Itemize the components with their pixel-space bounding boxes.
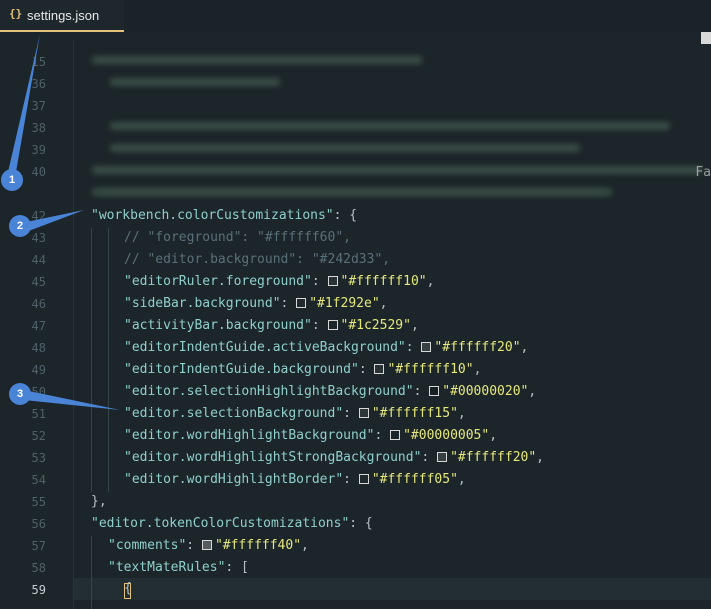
callout-badge-2: 2: [9, 215, 31, 237]
callout-badge-1: 1: [1, 169, 23, 191]
callout-3-pointer: [24, 390, 120, 410]
callout-pointers: [8, 34, 120, 410]
callout-badge-3: 3: [9, 383, 31, 405]
callout-1-pointer: [8, 34, 40, 172]
callout-2-pointer: [26, 210, 84, 232]
